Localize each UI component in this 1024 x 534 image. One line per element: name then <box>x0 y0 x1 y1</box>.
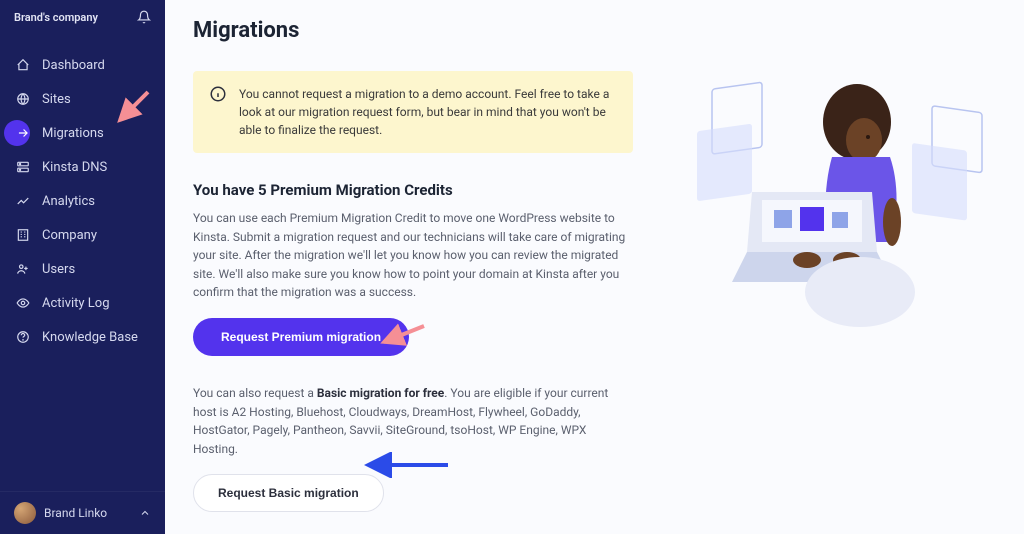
sidebar-user[interactable]: Brand Linko <box>0 491 165 534</box>
activity-icon <box>14 294 32 312</box>
bell-icon[interactable] <box>137 10 151 24</box>
sidebar-item-label: Users <box>42 262 75 277</box>
sidebar-item-label: Analytics <box>42 194 95 209</box>
sidebar-item-label: Kinsta DNS <box>42 160 107 175</box>
sidebar-item-company[interactable]: Company <box>0 218 165 252</box>
sidebar-item-label: Dashboard <box>42 58 105 73</box>
sidebar-item-analytics[interactable]: Analytics <box>0 184 165 218</box>
credits-paragraph: You can use each Premium Migration Credi… <box>193 209 633 302</box>
sidebar-item-dns[interactable]: Kinsta DNS <box>0 150 165 184</box>
sidebar-item-label: Company <box>42 228 97 243</box>
company-icon <box>14 226 32 244</box>
basic-paragraph: You can also request a Basic migration f… <box>193 384 633 458</box>
notice-banner: You cannot request a migration to a demo… <box>193 71 633 153</box>
migrations-icon <box>14 124 32 142</box>
users-icon <box>14 260 32 278</box>
company-label: Brand's company <box>14 11 98 24</box>
sidebar-item-activity[interactable]: Activity Log <box>0 286 165 320</box>
sidebar-nav: Dashboard Sites Migrations Kinsta DNS <box>0 48 165 491</box>
sidebar-item-label: Activity Log <box>42 296 110 311</box>
migration-illustration <box>692 62 1002 342</box>
help-icon <box>14 328 32 346</box>
page-title: Migrations <box>193 18 996 43</box>
sidebar-item-kb[interactable]: Knowledge Base <box>0 320 165 354</box>
sidebar-item-migrations[interactable]: Migrations <box>0 116 165 150</box>
request-basic-button[interactable]: Request Basic migration <box>193 474 384 512</box>
dns-icon <box>14 158 32 176</box>
sites-icon <box>14 90 32 108</box>
sidebar-item-label: Migrations <box>42 126 104 141</box>
sidebar-item-users[interactable]: Users <box>0 252 165 286</box>
sidebar-item-sites[interactable]: Sites <box>0 82 165 116</box>
user-name: Brand Linko <box>44 506 107 520</box>
sidebar-item-label: Sites <box>42 92 71 107</box>
credits-heading: You have 5 Premium Migration Credits <box>193 181 633 199</box>
sidebar-header: Brand's company <box>0 0 165 34</box>
request-premium-button[interactable]: Request Premium migration <box>193 318 409 356</box>
notice-text: You cannot request a migration to a demo… <box>239 85 617 139</box>
sidebar: Brand's company Dashboard Sites <box>0 0 165 534</box>
avatar <box>14 502 36 524</box>
dashboard-icon <box>14 56 32 74</box>
analytics-icon <box>14 192 32 210</box>
info-icon <box>209 85 227 139</box>
sidebar-item-dashboard[interactable]: Dashboard <box>0 48 165 82</box>
main-content: Migrations You cannot request a migratio… <box>165 0 1024 534</box>
chevron-up-icon <box>139 507 151 519</box>
sidebar-item-label: Knowledge Base <box>42 330 138 345</box>
